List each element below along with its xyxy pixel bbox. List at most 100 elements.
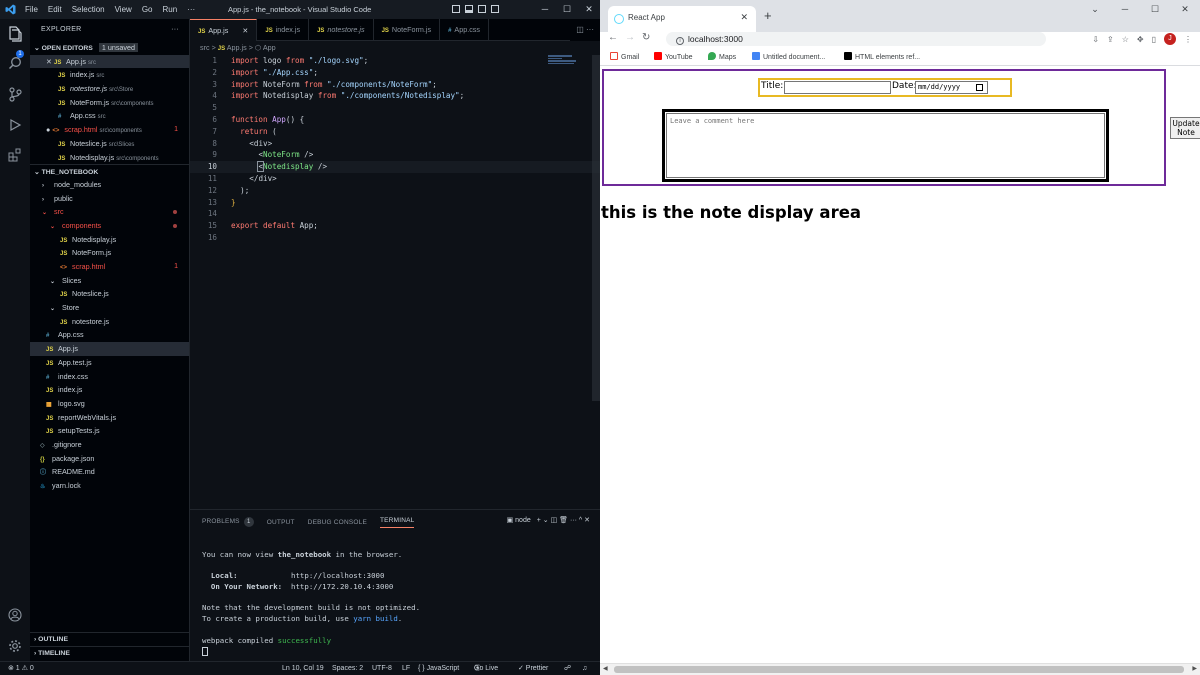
- tab-notestore-js[interactable]: JS notestore.js: [309, 19, 374, 41]
- run-debug-icon[interactable]: [6, 116, 24, 134]
- maximize-icon[interactable]: ☐: [1140, 0, 1170, 18]
- customize-layout-icon[interactable]: [491, 5, 499, 13]
- problems-status[interactable]: ⊗ 1 ⚠ 0: [8, 662, 34, 675]
- explorer-icon[interactable]: [6, 25, 24, 43]
- open-editor-item[interactable]: ✕ JS App.js src: [30, 54, 189, 69]
- chrome-menu-icon[interactable]: ⋮: [1184, 35, 1192, 44]
- file-item[interactable]: ♨ yarn.lock: [30, 479, 189, 493]
- close-tab-icon[interactable]: ✕: [740, 12, 748, 23]
- file-item[interactable]: # index.css: [30, 370, 189, 384]
- extensions-icon[interactable]: [6, 146, 24, 164]
- toggle-secondary-sidebar-icon[interactable]: [478, 5, 486, 13]
- close-icon[interactable]: ✕: [46, 57, 54, 66]
- open-editor-item[interactable]: JS Notedisplay.js src\components: [30, 151, 189, 165]
- close-window-icon[interactable]: ✕: [578, 0, 600, 19]
- new-tab-button[interactable]: +: [764, 8, 772, 23]
- file-item[interactable]: JS notestore.js: [30, 315, 189, 329]
- reload-icon[interactable]: ↻: [642, 32, 650, 44]
- tab-problems[interactable]: PROBLEMS 1: [202, 517, 254, 527]
- toggle-sidebar-icon[interactable]: [452, 5, 460, 13]
- file-item[interactable]: JS NoteForm.js: [30, 246, 189, 260]
- open-editor-item[interactable]: ● <> scrap.html src\components 1: [30, 123, 189, 137]
- file-item[interactable]: JS App.test.js: [30, 356, 189, 370]
- file-item[interactable]: {} package.json: [30, 452, 189, 466]
- code-editor[interactable]: 1 import logo from "./logo.svg"; 2 import …: [190, 55, 600, 244]
- bookmark-star-icon[interactable]: ☆: [1122, 35, 1129, 44]
- tab-debug-console[interactable]: DEBUG CONSOLE: [308, 519, 367, 526]
- source-control-icon[interactable]: [6, 85, 24, 103]
- terminal-instance[interactable]: ▣ node: [507, 516, 531, 524]
- minimap[interactable]: [548, 55, 578, 71]
- open-editor-item[interactable]: JS NoteForm.js src\components: [30, 96, 189, 110]
- file-item[interactable]: JS App.js: [30, 342, 189, 356]
- outline-section[interactable]: › OUTLINE: [30, 632, 190, 646]
- editor-scrollbar[interactable]: [592, 55, 600, 401]
- menu-selection[interactable]: Selection: [67, 0, 110, 19]
- menu-run[interactable]: Run: [157, 0, 182, 19]
- tab-output[interactable]: OUTPUT: [267, 519, 295, 526]
- address-bar[interactable]: i localhost:3000: [666, 32, 1046, 46]
- profile-avatar[interactable]: J: [1164, 33, 1176, 45]
- file-item[interactable]: JS setupTests.js: [30, 424, 189, 438]
- menu-file[interactable]: File: [20, 0, 43, 19]
- language-mode[interactable]: { } JavaScript: [418, 662, 459, 675]
- extensions-puzzle-icon[interactable]: ✥: [1137, 35, 1144, 44]
- install-icon[interactable]: ⇩: [1092, 35, 1099, 44]
- close-tab-icon[interactable]: ✕: [242, 26, 248, 35]
- file-item[interactable]: ▦ logo.svg: [30, 397, 189, 411]
- title-input[interactable]: [784, 81, 891, 94]
- bookmark-mdn[interactable]: HTML elements ref...: [844, 52, 920, 61]
- folder-item[interactable]: ⌄ Store: [30, 301, 189, 315]
- bookmark-youtube[interactable]: YouTube: [654, 52, 693, 61]
- feedback-icon[interactable]: ☍: [564, 662, 571, 675]
- file-item[interactable]: ⓘ README.md: [30, 465, 189, 479]
- file-item[interactable]: # App.css: [30, 328, 189, 342]
- menu-view[interactable]: View: [110, 0, 137, 19]
- editor-actions[interactable]: ◫ ···: [570, 19, 600, 41]
- folder-item[interactable]: › node_modules: [30, 178, 189, 192]
- side-panel-icon[interactable]: ▯: [1152, 35, 1156, 44]
- notifications-bell-icon[interactable]: ♫: [582, 662, 587, 675]
- tab-app-css[interactable]: # App.css: [440, 19, 489, 41]
- comment-textarea[interactable]: Leave a comment here: [666, 113, 1105, 178]
- menu-go[interactable]: Go: [137, 0, 158, 19]
- calendar-icon[interactable]: [976, 84, 983, 91]
- minimize-icon[interactable]: ─: [1110, 0, 1140, 18]
- scrollbar-thumb[interactable]: [614, 666, 1184, 673]
- bookmark-docs[interactable]: Untitled document...: [752, 52, 825, 61]
- encoding-status[interactable]: UTF-8: [372, 662, 392, 675]
- breadcrumb-symbol[interactable]: App: [263, 43, 276, 52]
- file-item[interactable]: <> scrap.html 1: [30, 260, 189, 274]
- toggle-panel-icon[interactable]: [465, 5, 473, 13]
- tab-app-js[interactable]: JS App.js ✕: [190, 19, 258, 41]
- tab-search-chevron-icon[interactable]: ⌄: [1080, 0, 1110, 18]
- maximize-icon[interactable]: ☐: [556, 0, 578, 19]
- menu-edit[interactable]: Edit: [43, 0, 67, 19]
- forward-arrow-icon[interactable]: →: [625, 32, 635, 44]
- open-editor-item[interactable]: JS notestore.js src\Store: [30, 82, 189, 96]
- tab-index-js[interactable]: JS index.js: [257, 19, 310, 41]
- file-item[interactable]: JS reportWebVitals.js: [30, 411, 189, 425]
- open-editors-section[interactable]: ⌄ OPEN EDITORS 1 unsaved: [30, 41, 189, 55]
- terminal-action-buttons[interactable]: + ⌄ ◫ 🗑 ··· ^ ✕: [537, 516, 590, 524]
- tab-terminal[interactable]: TERMINAL: [379, 517, 415, 528]
- share-icon[interactable]: ⇪: [1107, 35, 1114, 44]
- file-item[interactable]: ◇ .gitignore: [30, 438, 189, 452]
- timeline-section[interactable]: › TIMELINE: [30, 646, 190, 660]
- breadcrumb-folder[interactable]: src: [200, 43, 210, 52]
- terminal-output[interactable]: You can now view the_notebook in the bro…: [202, 550, 420, 657]
- eol-status[interactable]: LF: [402, 662, 410, 675]
- horizontal-scrollbar[interactable]: ◀ ▶: [600, 663, 1200, 675]
- folder-item[interactable]: ⌄ components: [30, 219, 189, 233]
- menu-more[interactable]: ···: [182, 0, 200, 19]
- account-icon[interactable]: [6, 606, 24, 624]
- prettier-status[interactable]: ✓ Prettier: [518, 662, 548, 675]
- cursor-position[interactable]: Ln 10, Col 19: [282, 662, 324, 675]
- folder-item[interactable]: › public: [30, 192, 189, 206]
- search-icon[interactable]: [6, 54, 24, 72]
- indentation-status[interactable]: Spaces: 2: [332, 662, 363, 675]
- scroll-right-arrow-icon[interactable]: ▶: [1192, 665, 1197, 672]
- update-note-button[interactable]: Update Note: [1170, 117, 1200, 139]
- browser-tab[interactable]: React App ✕: [608, 6, 756, 32]
- file-item[interactable]: JS index.js: [30, 383, 189, 397]
